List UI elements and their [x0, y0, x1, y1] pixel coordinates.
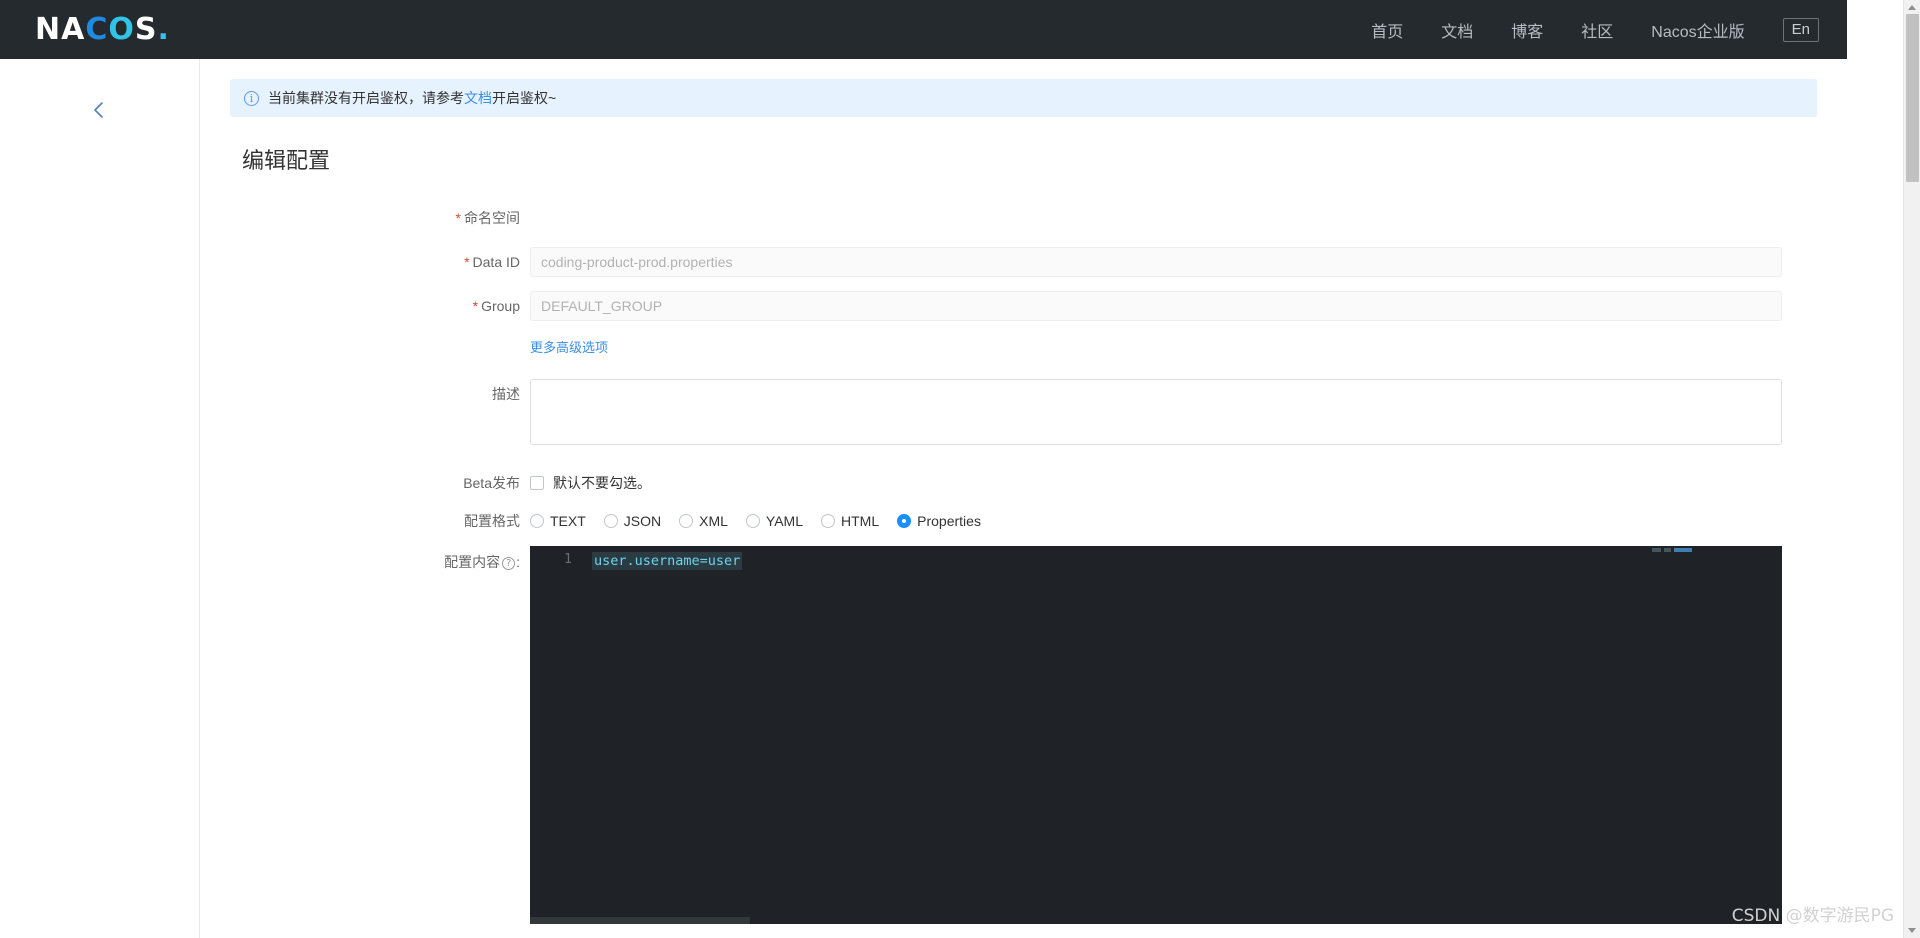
- description-textarea[interactable]: [530, 379, 1782, 445]
- editor-line-number: 1: [564, 552, 572, 567]
- required-asterisk: *: [472, 298, 479, 314]
- editor-minimap[interactable]: [1652, 547, 1708, 552]
- config-content-label: 配置内容?:: [200, 546, 530, 572]
- group-label-text: Group: [481, 298, 520, 314]
- namespace-label: * 命名空间: [200, 203, 530, 233]
- radio-option-properties[interactable]: Properties: [897, 513, 981, 529]
- form-row-config-content: 配置内容?: 1 user.username=user: [200, 546, 1847, 924]
- radio-option-yaml[interactable]: YAML: [745, 513, 804, 529]
- radio-button-properties[interactable]: [897, 514, 912, 528]
- config-format-radio-group: TEXT JSON XML YAML HTML Properties: [530, 506, 1782, 536]
- namespace-label-text: 命名空间: [464, 210, 520, 226]
- main-navigation: 首页 文档 博客 社区 Nacos企业版 En: [1371, 17, 1819, 42]
- radio-label-html: HTML: [841, 513, 880, 529]
- radio-label-properties: Properties: [917, 513, 981, 529]
- group-field-wrap: DEFAULT_GROUP: [530, 291, 1847, 321]
- config-format-field-wrap: TEXT JSON XML YAML HTML Properties: [530, 506, 1847, 536]
- logo-text-s: S: [134, 12, 158, 47]
- radio-option-xml[interactable]: XML: [679, 513, 728, 529]
- radio-label-text: TEXT: [550, 513, 586, 529]
- config-format-label: 配置格式: [464, 513, 520, 529]
- page-scrollbar[interactable]: [1903, 0, 1920, 938]
- form-row-description: 描述: [200, 379, 1847, 450]
- beta-check-line: 默认不要勾选。: [530, 468, 1782, 498]
- logo-text-na: NA: [35, 12, 86, 47]
- editor-code-line: user.username=user: [592, 552, 743, 570]
- page-title: 编辑配置: [242, 148, 331, 173]
- info-icon: i: [244, 90, 259, 106]
- beta-checkbox[interactable]: [530, 476, 544, 490]
- data-id-label-text: Data ID: [472, 254, 520, 270]
- scrollbar-down-arrow-icon[interactable]: [1908, 928, 1916, 933]
- group-input[interactable]: DEFAULT_GROUP: [530, 291, 1782, 321]
- logo-text-dot: .: [157, 12, 170, 47]
- scrollbar-up-arrow-icon[interactable]: [1908, 5, 1916, 10]
- required-asterisk: *: [455, 210, 461, 226]
- config-content-editor-wrap: 1 user.username=user: [530, 546, 1847, 924]
- editor-horizontal-scrollbar[interactable]: [530, 917, 750, 924]
- form-row-group: * Group DEFAULT_GROUP: [200, 291, 1847, 321]
- advanced-field-wrap: 更多高级选项: [530, 335, 1847, 357]
- data-id-label: * Data ID: [200, 247, 530, 277]
- logo-text-o: O: [108, 12, 135, 47]
- question-mark-icon[interactable]: ?: [502, 557, 516, 570]
- minimap-segment: [1664, 547, 1671, 552]
- radio-option-text[interactable]: TEXT: [530, 513, 586, 529]
- banner-text-after: 开启鉴权~: [492, 90, 557, 106]
- left-sidebar: [0, 59, 200, 938]
- logo-text-c: C: [85, 12, 109, 47]
- radio-label-yaml: YAML: [765, 513, 804, 529]
- group-label: * Group: [200, 291, 530, 321]
- config-content-label-text: 配置内容: [444, 554, 501, 570]
- nav-item-enterprise[interactable]: Nacos企业版: [1651, 18, 1744, 42]
- radio-label-json: JSON: [623, 513, 662, 529]
- config-content-editor[interactable]: 1 user.username=user: [530, 546, 1782, 924]
- edit-config-form: * 命名空间 * Data ID coding-product-prod.prope…: [200, 203, 1847, 924]
- beta-label: Beta发布: [463, 475, 520, 491]
- minimap-segment: [1652, 547, 1661, 552]
- form-row-namespace: * 命名空间: [200, 203, 1847, 233]
- radio-option-html[interactable]: HTML: [821, 513, 879, 529]
- top-header: NA C O S. 首页 文档 博客 社区 Nacos企业版 En: [0, 0, 1847, 59]
- radio-button-yaml[interactable]: [745, 514, 760, 528]
- minimap-segment-highlight: [1674, 547, 1692, 552]
- form-row-advanced: 更多高级选项: [200, 335, 1847, 357]
- banner-text-before: 当前集群没有开启鉴权，请参考: [268, 90, 464, 106]
- radio-button-text[interactable]: [530, 514, 544, 528]
- chevron-left-icon: [94, 102, 103, 118]
- sidebar-collapse-button[interactable]: [88, 99, 110, 121]
- nav-item-docs[interactable]: 文档: [1441, 18, 1473, 42]
- data-id-field-wrap: coding-product-prod.properties: [530, 247, 1847, 277]
- required-asterisk: *: [464, 254, 470, 270]
- description-label: 描述: [492, 386, 520, 402]
- description-field-wrap: [530, 379, 1847, 450]
- data-id-input[interactable]: coding-product-prod.properties: [530, 247, 1782, 277]
- beta-field-wrap: 默认不要勾选。: [530, 468, 1847, 498]
- auth-warning-banner: i 当前集群没有开启鉴权，请参考 文档 开启鉴权~: [230, 79, 1817, 117]
- nav-item-community[interactable]: 社区: [1581, 18, 1613, 42]
- form-row-data-id: * Data ID coding-product-prod.properties: [200, 247, 1847, 277]
- more-advanced-options-link[interactable]: 更多高级选项: [530, 337, 608, 356]
- language-toggle-button[interactable]: En: [1782, 17, 1819, 42]
- main-content: i 当前集群没有开启鉴权，请参考 文档 开启鉴权~ 编辑配置 * 命名空间 * Data…: [200, 59, 1847, 938]
- radio-option-json[interactable]: JSON: [603, 513, 662, 529]
- radio-button-html[interactable]: [821, 514, 836, 528]
- nacos-logo[interactable]: NA C O S.: [35, 12, 170, 47]
- beta-checkbox-label: 默认不要勾选。: [553, 475, 651, 491]
- nav-item-blog[interactable]: 博客: [1511, 18, 1543, 42]
- radio-button-xml[interactable]: [679, 514, 694, 528]
- banner-docs-link[interactable]: 文档: [464, 88, 492, 108]
- editor-gutter: 1: [530, 546, 582, 924]
- nav-item-home[interactable]: 首页: [1371, 18, 1403, 42]
- radio-button-json[interactable]: [603, 514, 618, 528]
- radio-label-xml: XML: [699, 513, 728, 529]
- form-row-config-format: 配置格式 TEXT JSON XML YAML HTML Properties: [200, 506, 1847, 536]
- config-content-label-colon: :: [516, 554, 520, 570]
- scrollbar-thumb[interactable]: [1906, 14, 1919, 182]
- form-row-beta: Beta发布 默认不要勾选。: [200, 468, 1847, 498]
